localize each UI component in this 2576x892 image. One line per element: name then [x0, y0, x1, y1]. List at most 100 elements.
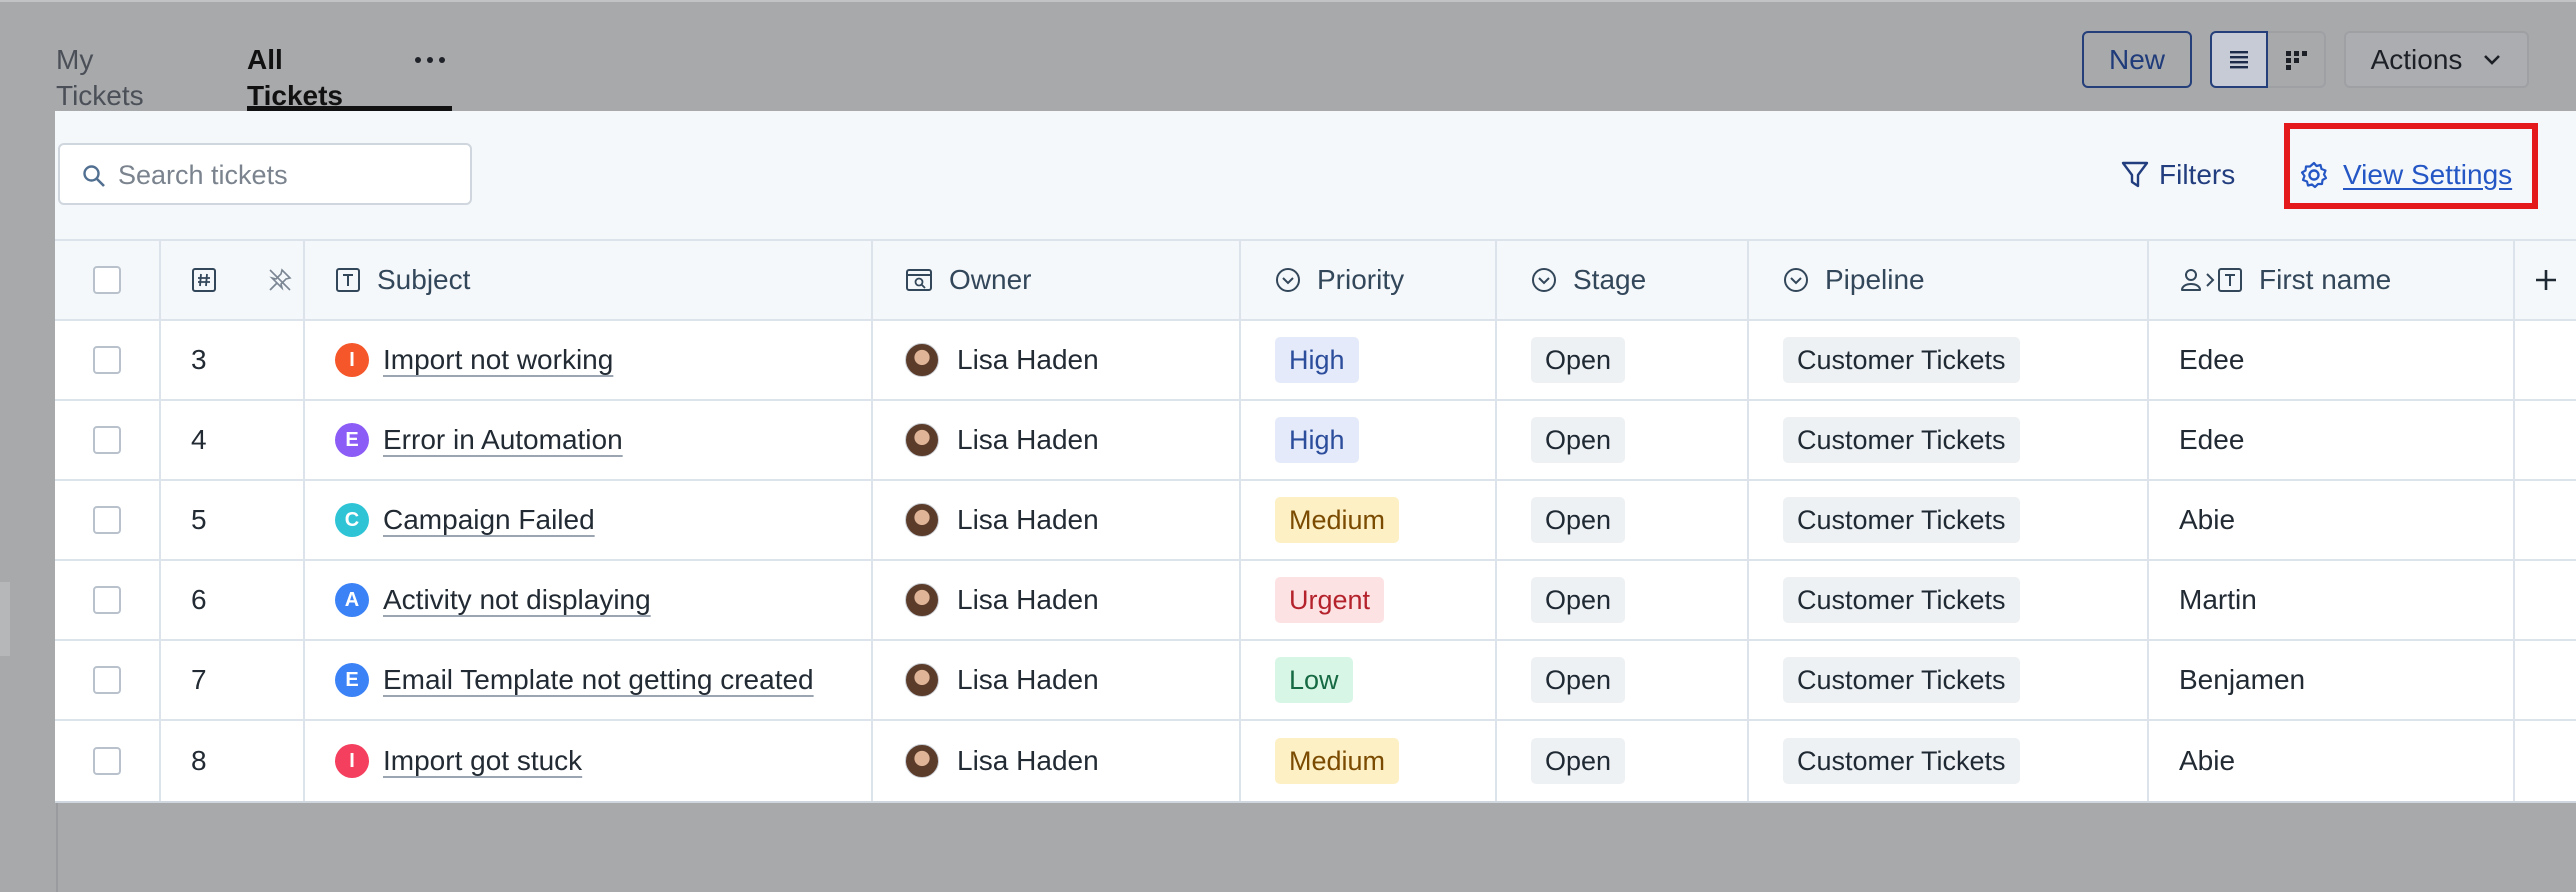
pipeline-cell[interactable]: Customer Tickets [1749, 721, 2149, 801]
priority-cell[interactable]: Urgent [1241, 561, 1497, 639]
add-column-button[interactable] [2515, 241, 2576, 319]
table-row[interactable]: 5 C Campaign Failed Lisa Haden Medium Op… [55, 481, 2576, 561]
owner-cell[interactable]: Lisa Haden [873, 401, 1241, 479]
table-header: Subject Owner Priority Stage Pipeline Fi… [55, 241, 2576, 321]
owner-avatar [905, 663, 939, 697]
table-row[interactable]: 3 I Import not working Lisa Haden High O… [55, 321, 2576, 401]
column-header-owner[interactable]: Owner [873, 241, 1241, 319]
row-checkbox[interactable] [93, 586, 121, 614]
list-view-button[interactable] [2210, 31, 2268, 88]
search-input[interactable] [118, 153, 458, 197]
priority-cell[interactable]: Medium [1241, 721, 1497, 801]
row-select-cell [55, 641, 161, 719]
pipeline-cell[interactable]: Customer Tickets [1749, 481, 2149, 559]
priority-cell[interactable]: High [1241, 321, 1497, 399]
pipeline-cell[interactable]: Customer Tickets [1749, 401, 2149, 479]
first-name-cell[interactable]: Abie [2149, 721, 2515, 801]
stage-cell[interactable]: Open [1497, 721, 1749, 801]
dropdown-field-icon [1275, 267, 1301, 293]
row-checkbox[interactable] [93, 346, 121, 374]
ticket-subject-link[interactable]: Campaign Failed [383, 504, 595, 536]
owner-avatar [905, 583, 939, 617]
column-header-subject[interactable]: Subject [305, 241, 873, 319]
ticket-subject-link[interactable]: Import not working [383, 344, 613, 376]
first-name-cell[interactable]: Abie [2149, 481, 2515, 559]
column-header-pipeline[interactable]: Pipeline [1749, 241, 2149, 319]
tickets-page: My Tickets All Tickets New Actions Filte… [0, 0, 2576, 892]
first-name-cell[interactable]: Edee [2149, 401, 2515, 479]
board-icon [2286, 50, 2307, 70]
pipeline-badge: Customer Tickets [1783, 417, 2020, 463]
select-all-checkbox[interactable] [93, 266, 121, 294]
stage-cell[interactable]: Open [1497, 481, 1749, 559]
owner-name: Lisa Haden [957, 745, 1099, 776]
priority-badge: Low [1275, 657, 1353, 703]
priority-cell[interactable]: Low [1241, 641, 1497, 719]
owner-name: Lisa Haden [957, 424, 1099, 455]
priority-cell[interactable]: Medium [1241, 481, 1497, 559]
chevron-down-icon [2484, 54, 2501, 65]
owner-avatar [905, 423, 939, 457]
ticket-avatar-icon: C [335, 503, 369, 537]
table-row[interactable]: 7 E Email Template not getting created L… [55, 641, 2576, 721]
ticket-subject-link[interactable]: Error in Automation [383, 424, 623, 456]
subject-cell: I Import not working [305, 321, 873, 399]
tickets-panel: Filters View Settings Subject [55, 111, 2576, 803]
table-row[interactable]: 4 E Error in Automation Lisa Haden High … [55, 401, 2576, 481]
owner-cell[interactable]: Lisa Haden [873, 321, 1241, 399]
pipeline-cell[interactable]: Customer Tickets [1749, 641, 2149, 719]
new-button[interactable]: New [2082, 31, 2192, 88]
owner-field-icon [905, 267, 933, 293]
tickets-table: Subject Owner Priority Stage Pipeline Fi… [55, 239, 2576, 803]
row-checkbox[interactable] [93, 666, 121, 694]
ticket-subject-link[interactable]: Activity not displaying [383, 584, 651, 616]
pipeline-cell[interactable]: Customer Tickets [1749, 561, 2149, 639]
empty-cell [2515, 401, 2576, 479]
first-name-cell[interactable]: Edee [2149, 321, 2515, 399]
owner-name: Lisa Haden [957, 664, 1099, 695]
left-edge-handle [0, 582, 10, 656]
column-label-priority: Priority [1317, 264, 1405, 295]
view-settings-link[interactable]: View Settings [2299, 157, 2512, 193]
column-header-priority[interactable]: Priority [1241, 241, 1497, 319]
owner-cell[interactable]: Lisa Haden [873, 481, 1241, 559]
actions-dropdown[interactable]: Actions [2344, 31, 2529, 88]
priority-badge: High [1275, 417, 1359, 463]
column-label-first-name: First name [2259, 264, 2392, 295]
view-settings-label: View Settings [2343, 159, 2513, 190]
table-row[interactable]: 6 A Activity not displaying Lisa Haden U… [55, 561, 2576, 641]
tab-my-tickets[interactable]: My Tickets [56, 42, 144, 114]
more-options-icon[interactable] [408, 42, 452, 78]
owner-avatar [905, 503, 939, 537]
tab-all-tickets[interactable]: All Tickets [247, 42, 343, 114]
row-checkbox[interactable] [93, 506, 121, 534]
first-name-cell[interactable]: Benjamen [2149, 641, 2515, 719]
row-checkbox[interactable] [93, 747, 121, 775]
stage-cell[interactable]: Open [1497, 561, 1749, 639]
column-label-subject: Subject [377, 264, 471, 295]
table-row[interactable]: 8 I Import got stuck Lisa Haden Medium O… [55, 721, 2576, 801]
ticket-subject-link[interactable]: Import got stuck [383, 745, 582, 777]
column-header-first-name[interactable]: First name [2149, 241, 2515, 319]
ticket-avatar-icon: I [335, 343, 369, 377]
column-header-id[interactable] [161, 241, 305, 319]
pipeline-cell[interactable]: Customer Tickets [1749, 321, 2149, 399]
owner-cell[interactable]: Lisa Haden [873, 561, 1241, 639]
stage-cell[interactable]: Open [1497, 321, 1749, 399]
ticket-id: 7 [161, 641, 305, 719]
priority-cell[interactable]: High [1241, 401, 1497, 479]
filters-button[interactable]: Filters [2121, 157, 2235, 193]
board-view-button[interactable] [2268, 31, 2326, 88]
row-checkbox[interactable] [93, 426, 121, 454]
owner-cell[interactable]: Lisa Haden [873, 721, 1241, 801]
stage-cell[interactable]: Open [1497, 401, 1749, 479]
unpin-icon[interactable] [267, 267, 293, 293]
stage-cell[interactable]: Open [1497, 641, 1749, 719]
first-name-cell[interactable]: Martin [2149, 561, 2515, 639]
ticket-subject-link[interactable]: Email Template not getting created [383, 664, 814, 696]
ticket-id: 3 [161, 321, 305, 399]
pipeline-badge: Customer Tickets [1783, 577, 2020, 623]
filters-label: Filters [2159, 159, 2236, 190]
owner-cell[interactable]: Lisa Haden [873, 641, 1241, 719]
column-header-stage[interactable]: Stage [1497, 241, 1749, 319]
